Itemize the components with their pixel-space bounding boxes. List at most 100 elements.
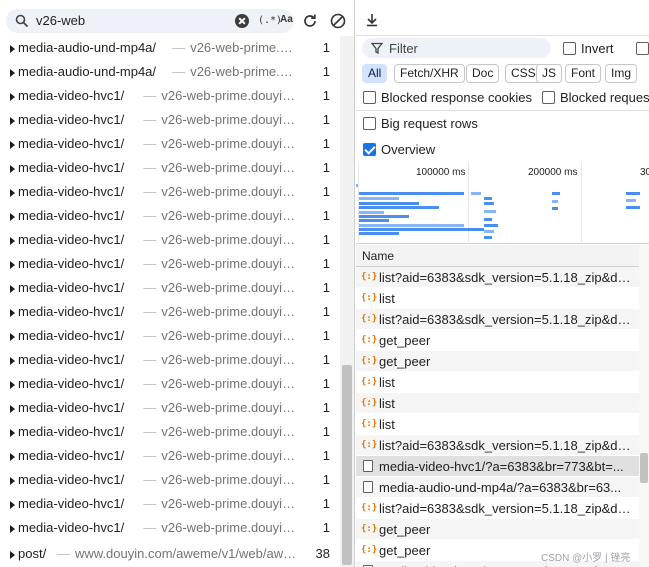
type-filter-font[interactable]: Font	[565, 64, 602, 83]
request-row[interactable]: media-video-hvc1/?a=6383&br=773&bt=...	[356, 456, 639, 477]
result-row[interactable]: media-video-hvc1/ — v26-web-prime.douyinvo…	[0, 276, 340, 300]
result-row[interactable]: media-video-hvc1/ — v26-web-prime.douyinvo…	[0, 204, 340, 228]
expand-arrow-icon[interactable]	[10, 117, 15, 125]
separator: —	[143, 424, 157, 439]
filter-input[interactable]: Filter	[362, 38, 551, 58]
result-row[interactable]: media-video-hvc1/ — v26-web-prime.douyinvo…	[0, 228, 340, 252]
expand-arrow-icon[interactable]	[10, 213, 15, 221]
regex-toggle[interactable]: (.*)	[258, 15, 282, 26]
result-name: media-video-hvc1/	[18, 304, 125, 319]
invert-checkbox[interactable]	[563, 42, 576, 55]
results-scroll-thumb[interactable]	[342, 365, 352, 565]
expand-arrow-icon[interactable]	[10, 237, 15, 245]
blocked-cookies-checkbox[interactable]	[363, 91, 376, 104]
result-row[interactable]: media-video-hvc1/ — v26-web-prime.douyinvo…	[0, 420, 340, 444]
request-row[interactable]: {:} get_peer	[356, 351, 639, 372]
request-row[interactable]: {:} list?aid=6383&sdk_version=5.1.18_zip&…	[356, 435, 639, 456]
match-case-toggle[interactable]: Aa	[280, 14, 293, 25]
result-row[interactable]: media-audio-und-mp4a/ — v26-web-prime.douy…	[0, 60, 340, 84]
expand-arrow-icon[interactable]	[10, 141, 15, 149]
result-name: media-video-hvc1/	[18, 376, 125, 391]
expand-arrow-icon[interactable]	[10, 501, 15, 509]
timeline-tick-label: 200000 ms	[528, 167, 578, 178]
expand-arrow-icon[interactable]	[10, 189, 15, 197]
request-row[interactable]: {:} get_peer	[356, 330, 639, 351]
timeline-bar	[359, 192, 464, 195]
separator: —	[172, 40, 186, 55]
type-filter-js[interactable]: JS	[536, 64, 563, 83]
expand-arrow-icon[interactable]	[10, 453, 15, 461]
expand-arrow-icon[interactable]	[10, 93, 15, 101]
result-name: media-video-hvc1/	[18, 496, 125, 511]
result-row[interactable]: media-video-hvc1/ — v26-web-prime.douyinvo…	[0, 516, 340, 540]
request-row[interactable]: {:} list	[356, 288, 639, 309]
request-row[interactable]: {:} get_peer	[356, 519, 639, 540]
result-row[interactable]: media-video-hvc1/ — v26-web-prime.douyinvo…	[0, 468, 340, 492]
result-row[interactable]: media-video-hvc1/ — v26-web-prime.douyinvo…	[0, 492, 340, 516]
request-row[interactable]: {:} list?aid=6383&sdk_version=5.1.18_zip&…	[356, 309, 639, 330]
expand-arrow-icon[interactable]	[10, 285, 15, 293]
result-row[interactable]: media-video-hvc1/ — v26-web-prime.douyinvo…	[0, 300, 340, 324]
type-filter-doc[interactable]: Doc	[466, 64, 500, 83]
result-row[interactable]: post/ — www.douyin.com/aweme/v1/web/aweme/…	[0, 542, 340, 566]
expand-arrow-icon[interactable]	[10, 261, 15, 269]
expand-arrow-icon[interactable]	[10, 551, 15, 559]
timeline-overview[interactable]: 100000 ms 200000 ms 30	[356, 162, 649, 244]
request-row[interactable]: media-audio-und-mp4a/?a=6383&br=63...	[356, 477, 639, 498]
expand-arrow-icon[interactable]	[10, 477, 15, 485]
import-har-icon[interactable]	[365, 13, 379, 27]
expand-arrow-icon[interactable]	[10, 165, 15, 173]
result-row[interactable]: media-video-hvc1/ — v26-web-prime.douyinvo…	[0, 84, 340, 108]
expand-arrow-icon[interactable]	[10, 405, 15, 413]
type-filter-fetchxhr[interactable]: Fetch/XHR	[394, 64, 465, 83]
result-row[interactable]: media-video-hvc1/ — v26-web-prime.douyinvo…	[0, 180, 340, 204]
timeline-bar	[484, 218, 492, 221]
name-column-header[interactable]: Name	[362, 249, 394, 263]
clear-results-icon[interactable]	[329, 12, 347, 30]
requests-scroll-thumb[interactable]	[640, 453, 648, 483]
overview-checkbox[interactable]	[363, 143, 376, 156]
result-row[interactable]: media-video-hvc1/ — v26-web-prime.douyinvo…	[0, 372, 340, 396]
expand-arrow-icon[interactable]	[10, 333, 15, 341]
result-row[interactable]: media-video-hvc1/ — v26-web-prime.douyinvo…	[0, 132, 340, 156]
expand-arrow-icon[interactable]	[10, 525, 15, 533]
result-url: v26-web-prime.douyinvod.com	[161, 112, 300, 127]
type-filter-img[interactable]: Img	[605, 64, 638, 83]
expand-arrow-icon[interactable]	[10, 45, 15, 53]
expand-arrow-icon[interactable]	[10, 357, 15, 365]
match-count: 1	[322, 136, 330, 151]
request-row[interactable]: {:} list?aid=6383&sdk_version=5.1.18_zip&…	[356, 498, 639, 519]
result-row[interactable]: media-video-hvc1/ — v26-web-prime.douyinvo…	[0, 396, 340, 420]
search-box[interactable]: v26-web (.*) Aa	[6, 9, 294, 33]
expand-arrow-icon[interactable]	[10, 381, 15, 389]
result-row[interactable]: media-video-hvc1/ — v26-web-prime.douyinvo…	[0, 156, 340, 180]
result-row[interactable]: media-video-hvc1/ — v26-web-prime.douyinvo…	[0, 252, 340, 276]
result-row[interactable]: media-video-hvc1/ — v26-web-prime.douyinvo…	[0, 108, 340, 132]
search-input[interactable]: v26-web	[36, 13, 85, 28]
request-row[interactable]: {:} list	[356, 393, 639, 414]
request-row[interactable]: {:} list	[356, 372, 639, 393]
result-row[interactable]: media-audio-und-mp4a/ — v26-web-prime.douy…	[0, 36, 340, 60]
result-row[interactable]: media-video-hvc1/ — v26-web-prime.douyinvo…	[0, 348, 340, 372]
requests-scrollbar[interactable]	[639, 245, 649, 567]
type-filter-all[interactable]: All	[362, 64, 388, 83]
result-row[interactable]: media-video-hvc1/ — v26-web-prime.douyinvo…	[0, 444, 340, 468]
request-name: list	[379, 417, 395, 432]
refresh-icon[interactable]	[301, 12, 319, 30]
expand-arrow-icon[interactable]	[10, 429, 15, 437]
requests-header[interactable]: Name	[356, 245, 639, 267]
more-filters-checkbox[interactable]	[636, 42, 649, 55]
result-row[interactable]: media-video-hvc1/ — v26-web-prime.douyinvo…	[0, 324, 340, 348]
expand-arrow-icon[interactable]	[10, 309, 15, 317]
big-rows-checkbox[interactable]	[363, 117, 376, 130]
result-url: www.douyin.com/aweme/v1/web/aweme/post/	[75, 546, 300, 561]
expand-arrow-icon[interactable]	[10, 69, 15, 77]
result-url: v26-web-prime.douyinvod.com	[161, 304, 300, 319]
request-row[interactable]: {:} list	[356, 414, 639, 435]
timeline-bar	[626, 206, 640, 209]
clear-search-icon[interactable]	[235, 14, 249, 28]
timeline-bar	[484, 230, 494, 233]
blocked-requests-checkbox[interactable]	[542, 91, 555, 104]
request-row[interactable]: {:} list?aid=6383&sdk_version=5.1.18_zip&…	[356, 267, 639, 288]
result-name: media-audio-und-mp4a/	[18, 64, 157, 79]
